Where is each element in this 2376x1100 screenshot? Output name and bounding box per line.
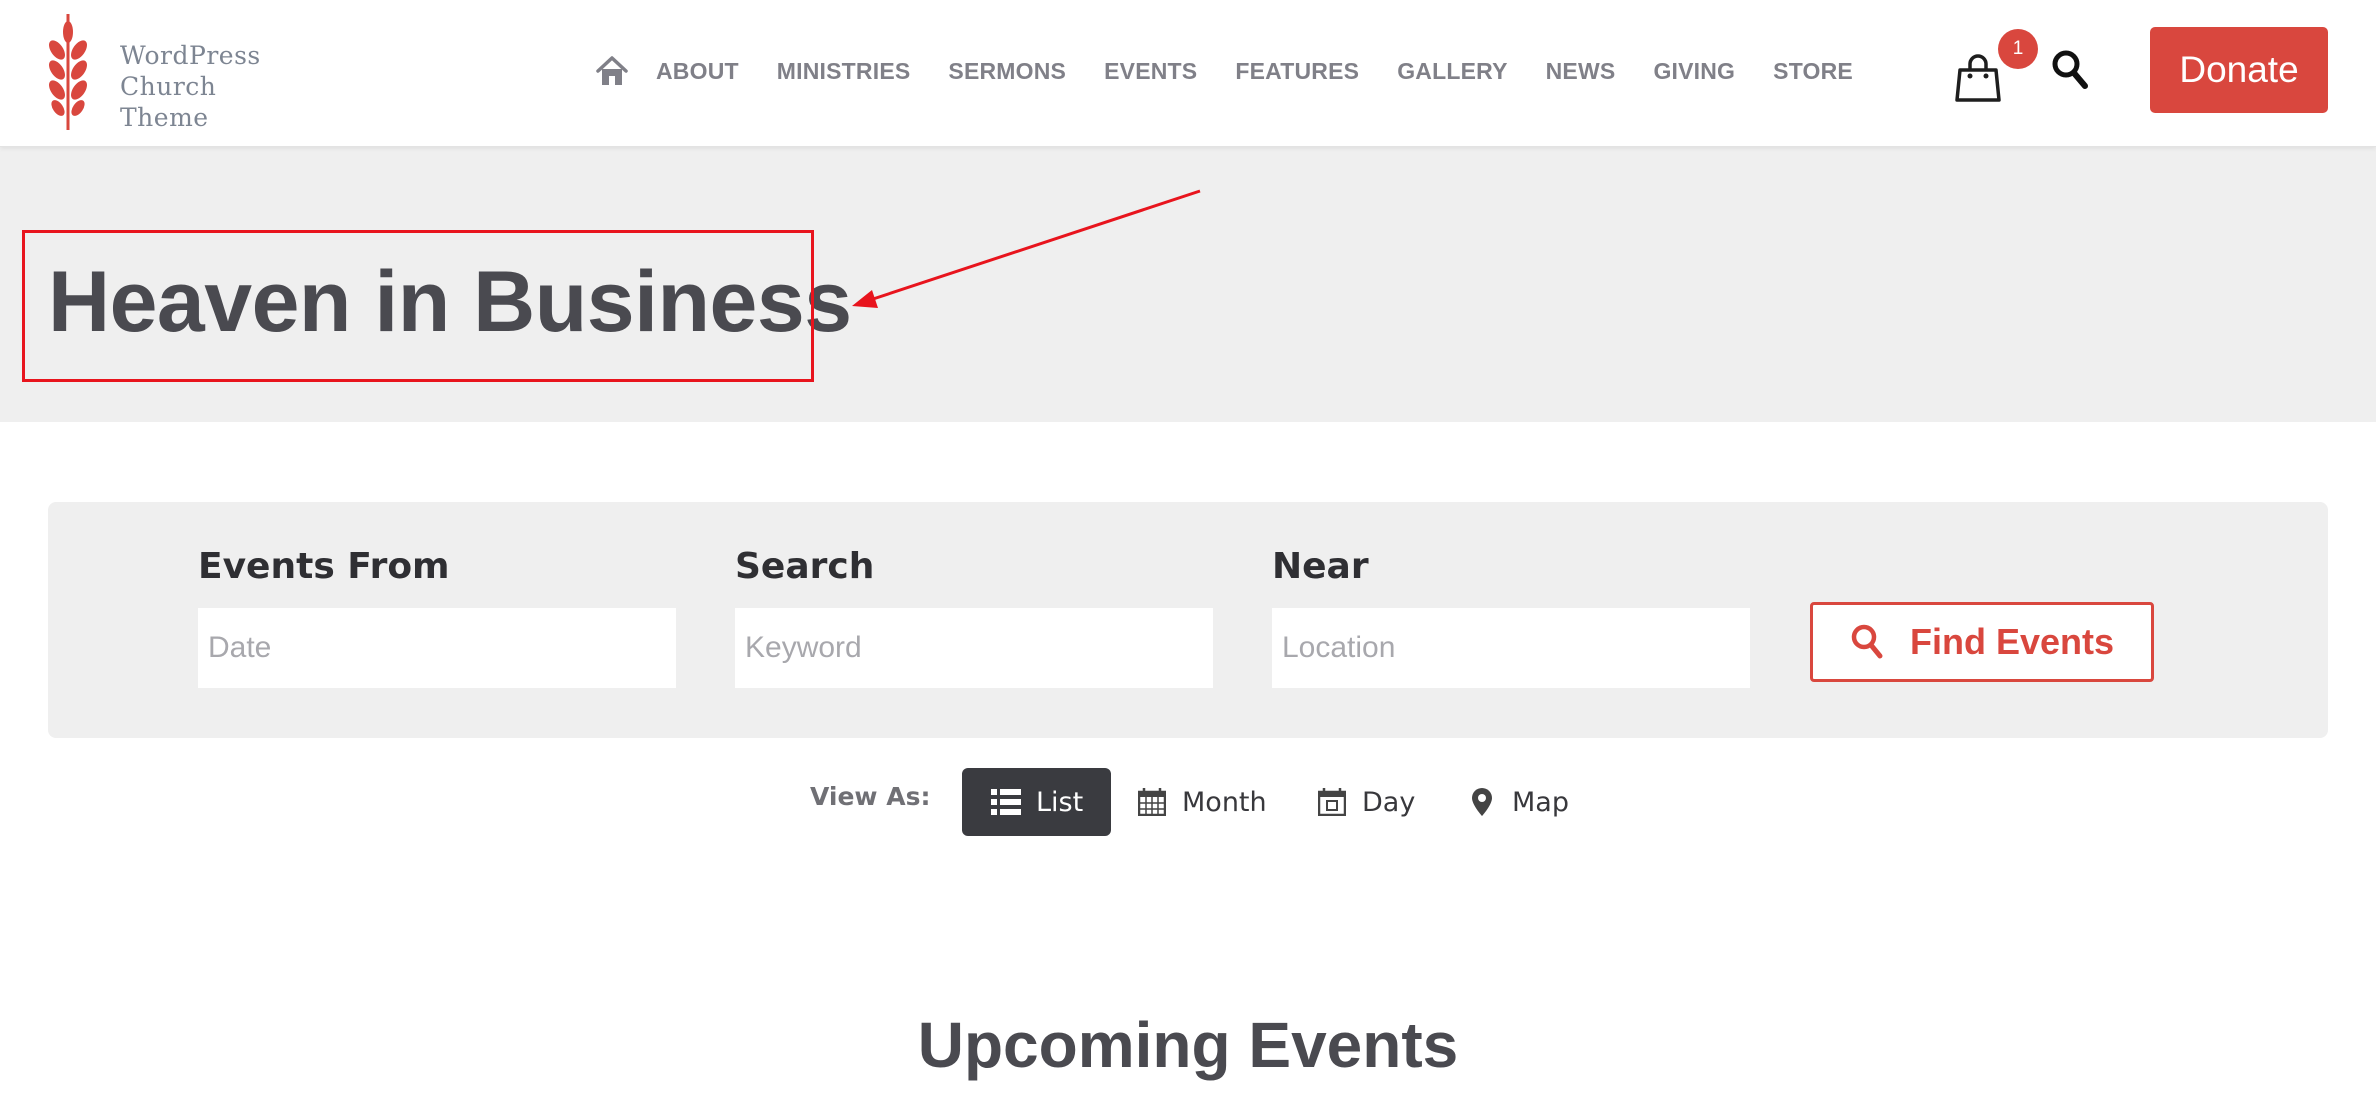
near-label: Near [1272,546,1369,587]
events-from-date-input[interactable] [198,608,676,688]
logo-line: Church [120,72,217,101]
wheat-icon [49,14,87,130]
nav-item-sermons[interactable]: SERMONS [948,58,1066,85]
location-input[interactable] [1272,608,1750,688]
nav-item-about[interactable]: ABOUT [656,58,739,85]
view-month-label: Month [1182,786,1267,818]
donate-button[interactable]: Donate [2150,27,2328,113]
view-as-label: View As: [810,782,931,811]
nav-home-link[interactable] [592,51,632,91]
view-day-label: Day [1362,786,1416,818]
view-map-label: Map [1512,786,1569,818]
header-search-button[interactable] [2050,48,2090,92]
search-icon [1851,624,1883,659]
list-icon [990,786,1022,818]
map-pin-icon [1466,786,1498,818]
site-logo[interactable]: WordPress Church Theme [44,10,304,133]
nav-item-gallery[interactable]: GALLERY [1397,58,1507,85]
nav-item-news[interactable]: NEWS [1546,58,1616,85]
home-icon [596,56,628,85]
nav-item-features[interactable]: FEATURES [1235,58,1359,85]
view-list-label: List [1036,786,1084,818]
view-map-button[interactable]: Map [1466,768,1569,836]
find-events-label: Find Events [1909,621,2115,662]
calendar-day-icon [1316,786,1348,818]
search-label: Search [735,546,875,587]
nav-item-store[interactable]: STORE [1773,58,1853,85]
cart-count-badge: 1 [1998,29,2038,69]
find-events-button[interactable]: Find Events [1810,602,2154,682]
upcoming-events-heading: Upcoming Events [917,1009,1459,1081]
nav-item-ministries[interactable]: MINISTRIES [777,58,911,85]
nav-item-giving[interactable]: GIVING [1653,58,1735,85]
view-list-button[interactable]: List [962,768,1112,836]
shopping-bag-icon [1955,54,2001,102]
keyword-search-input[interactable] [735,608,1213,688]
events-from-label: Events From [198,546,450,587]
logo-line: WordPress [120,41,261,70]
main-nav: ABOUT MINISTRIES SERMONS EVENTS FEATURES… [592,48,1891,94]
nav-item-events[interactable]: EVENTS [1104,58,1197,85]
cart-button[interactable] [1954,52,2002,104]
logo-line: Theme [120,103,209,132]
logo-wordmark: WordPress Church Theme [120,40,261,133]
annotation-highlight-box [22,230,814,382]
search-icon [2052,50,2088,89]
view-month-button[interactable]: Month [1136,768,1267,836]
site-header: WordPress Church Theme ABOUT MINISTRIES … [0,0,2376,147]
view-day-button[interactable]: Day [1316,768,1415,836]
calendar-month-icon [1136,786,1168,818]
